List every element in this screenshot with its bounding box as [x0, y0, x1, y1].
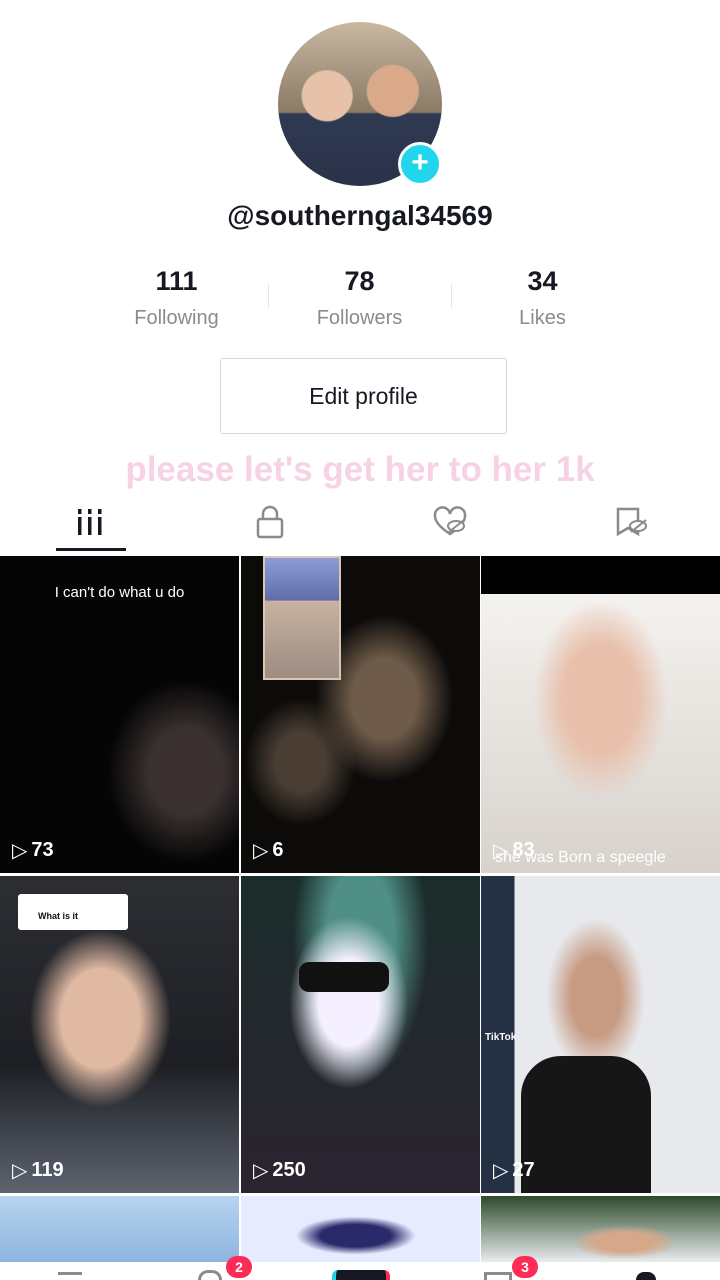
profile-tabs [0, 496, 720, 554]
play-icon: ▷ [493, 1160, 509, 1182]
sticker-text: What is it [38, 911, 78, 921]
inbox-badge: 3 [512, 1256, 538, 1278]
view-count-value: 27 [512, 1159, 535, 1181]
duet-inset-video [263, 556, 341, 680]
subject-top [521, 1056, 651, 1193]
video-thumbnail[interactable] [0, 1196, 239, 1262]
following-count: 111 [155, 266, 198, 296]
followers-count: 78 [344, 266, 375, 296]
view-count: ▷ 83 [493, 838, 535, 863]
liked-heart-hidden-icon [433, 506, 467, 536]
view-count-value: 83 [512, 839, 535, 861]
profile-bio: please let's get her to her 1k [125, 450, 595, 489]
active-tab-indicator [56, 548, 126, 551]
play-icon: ▷ [12, 840, 28, 862]
video-thumbnail[interactable] [241, 1196, 480, 1262]
likes-count: 34 [527, 266, 558, 296]
tab-favorites[interactable] [600, 502, 660, 542]
view-count-value: 250 [272, 1159, 306, 1181]
likes-label: Likes [519, 307, 566, 329]
play-icon: ▷ [493, 840, 509, 862]
private-lock-icon [256, 505, 284, 539]
video-thumbnail[interactable]: I can't do what u do ▷ 73 [0, 556, 239, 873]
profile-icon[interactable] [636, 1272, 656, 1280]
following-label: Following [134, 307, 219, 329]
play-icon: ▷ [12, 1160, 28, 1182]
view-count-value: 119 [31, 1159, 64, 1181]
followers-stat[interactable]: 78 Followers [268, 262, 451, 336]
bottom-nav: 2 3 [0, 1256, 720, 1280]
create-button[interactable] [332, 1270, 390, 1280]
add-avatar-icon[interactable]: + [398, 142, 442, 186]
video-thumbnail[interactable]: What is it ▷ 119 [0, 876, 239, 1193]
home-icon[interactable] [58, 1272, 82, 1280]
video-caption: I can't do what u do [54, 584, 185, 601]
view-count: ▷ 27 [493, 1158, 535, 1183]
view-count: ▷ 250 [253, 1158, 306, 1183]
video-thumbnail[interactable]: she was Born a speegle ▷ 83 [481, 556, 720, 873]
view-count: ▷ 119 [12, 1158, 64, 1183]
following-stat[interactable]: 111 Following [85, 262, 268, 336]
play-icon: ▷ [253, 1160, 269, 1182]
inbox-icon[interactable] [484, 1272, 512, 1280]
view-count: ▷ 6 [253, 838, 284, 863]
favorites-hidden-icon [616, 507, 647, 537]
tiktok-watermark: TikTok [485, 1032, 517, 1043]
tab-liked[interactable] [420, 502, 480, 542]
view-count-value: 73 [31, 839, 54, 861]
sunglasses [299, 962, 389, 992]
edit-profile-button[interactable]: Edit profile [220, 358, 507, 434]
view-count: ▷ 73 [12, 838, 54, 863]
username: @southerngal34569 [227, 200, 493, 231]
play-icon: ▷ [253, 840, 269, 862]
followers-label: Followers [316, 307, 403, 329]
video-thumbnail[interactable]: ▷ 6 [241, 556, 480, 873]
discover-icon[interactable] [198, 1270, 222, 1280]
video-thumbnail[interactable]: TikTok ▷ 27 [481, 876, 720, 1193]
comment-reply-sticker: What is it [18, 894, 128, 930]
notification-badge: 2 [226, 1256, 252, 1278]
tab-videos[interactable] [60, 502, 120, 542]
profile-avatar-container[interactable]: + [278, 22, 442, 186]
profile-stats: 111 Following 78 Followers 34 Likes [85, 262, 635, 336]
video-thumbnail[interactable]: ▷ 250 [241, 876, 480, 1193]
videos-grid-icon [78, 509, 102, 535]
likes-stat[interactable]: 34 Likes [451, 262, 634, 336]
video-thumbnail[interactable] [481, 1196, 720, 1262]
view-count-value: 6 [272, 839, 284, 861]
tab-private[interactable] [240, 502, 300, 542]
